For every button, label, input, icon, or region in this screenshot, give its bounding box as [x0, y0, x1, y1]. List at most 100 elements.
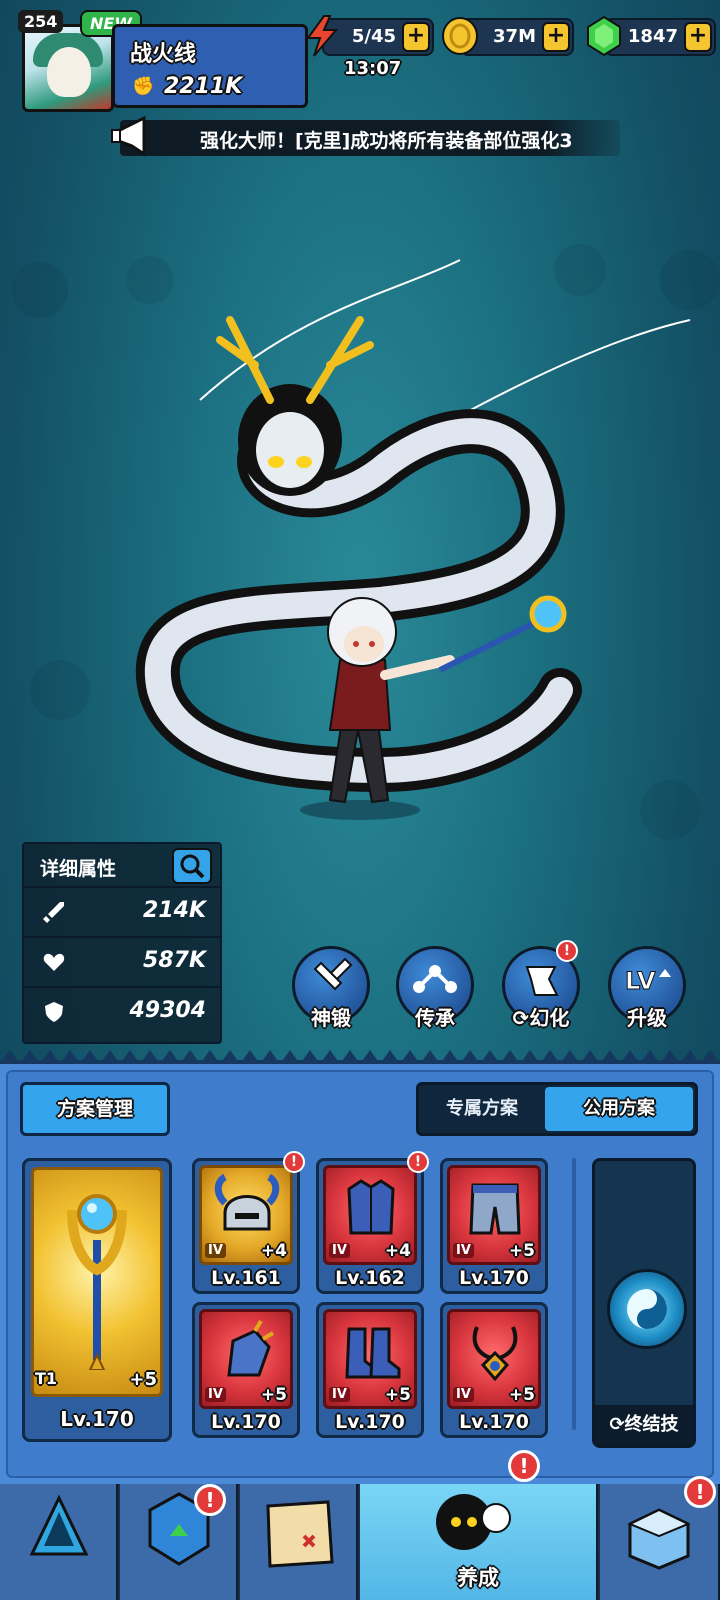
- gold-counter: 37M +: [442, 17, 574, 56]
- sword-icon: [43, 902, 64, 923]
- armor-slot[interactable]: IV +4 Lv.162 !: [316, 1151, 429, 1294]
- pants-level: Lv.170: [459, 1267, 529, 1289]
- scheme-toggle: 专属方案 公用方案: [416, 1082, 698, 1136]
- level-up-icon: LV: [625, 967, 671, 996]
- stat-defense-value: 49304: [129, 998, 206, 1023]
- transform-label-text: 幻化: [529, 1006, 570, 1030]
- gauntlet-rank: IV: [205, 1387, 226, 1402]
- ultimate-skill-slot[interactable]: ⟳终结技: [592, 1158, 696, 1448]
- armor-rank: IV: [329, 1243, 350, 1258]
- inherit-label: 传承: [415, 1006, 455, 1030]
- armor-enhance: +4: [384, 1241, 411, 1261]
- stat-hp-value: 587K: [143, 948, 206, 973]
- armor-icon: [347, 1179, 395, 1235]
- forge-label: 神锻: [311, 1006, 351, 1030]
- character-tab-icon: [436, 1494, 511, 1550]
- energy-timer: 13:07: [344, 58, 402, 79]
- tab-public-scheme[interactable]: 公用方案: [545, 1087, 693, 1131]
- add-gold-button[interactable]: +: [542, 22, 570, 52]
- tab-upgrade[interactable]: !: [120, 1484, 238, 1600]
- pants-rank: IV: [453, 1243, 474, 1258]
- stat-defense-row: 49304: [24, 988, 220, 1036]
- stats-title: 详细属性: [40, 858, 117, 880]
- avatar-face: [47, 47, 91, 97]
- character-alert: !: [508, 1450, 540, 1482]
- helmet-level: Lv.161: [211, 1267, 281, 1289]
- player-power: 2211K: [164, 74, 243, 99]
- green-gem-icon: [587, 15, 621, 57]
- player-name: 战火线: [130, 42, 197, 67]
- transform-button[interactable]: ! ⟳幻化: [498, 940, 584, 1032]
- stats-search-button[interactable]: [172, 848, 212, 884]
- pants-slot[interactable]: IV +5 Lv.170: [440, 1158, 548, 1294]
- tab-map[interactable]: [240, 1484, 358, 1600]
- scheme-manage-button[interactable]: 方案管理: [20, 1082, 170, 1136]
- transform-alert-dot: !: [556, 940, 578, 962]
- helmet-alert: !: [283, 1151, 305, 1173]
- boots-enhance: +5: [384, 1385, 411, 1405]
- stat-attack-row: 214K: [24, 888, 220, 936]
- necklace-slot[interactable]: IV +5 Lv.170: [440, 1302, 548, 1438]
- gauntlet-slot[interactable]: IV +5 Lv.170: [192, 1302, 300, 1438]
- hammer-icon: [313, 957, 353, 991]
- bottom-tab-bar: ! 养成 ! !: [0, 1450, 720, 1600]
- weapon-slot[interactable]: T1 +5 Lv.170: [22, 1158, 172, 1442]
- gem-counter: 1847 +: [587, 15, 716, 57]
- gauntlet-enhance: +5: [260, 1385, 287, 1405]
- add-gems-button[interactable]: +: [684, 22, 712, 52]
- swap-icon: ⟳: [609, 1414, 625, 1435]
- helmet-rank: IV: [205, 1243, 226, 1258]
- tab-character[interactable]: 养成 !: [360, 1450, 598, 1600]
- refresh-icon: ⟳: [512, 1006, 530, 1030]
- pants-enhance: +5: [508, 1241, 535, 1261]
- helmet-enhance: +4: [260, 1241, 287, 1261]
- lightning-icon: [306, 15, 339, 57]
- map-tab-icon: [266, 1500, 334, 1568]
- stats-header: 详细属性: [24, 844, 220, 888]
- weapon-enhance: +5: [129, 1369, 157, 1390]
- inherit-button[interactable]: 传承: [392, 946, 478, 1032]
- weapon-level: Lv.170: [60, 1407, 134, 1431]
- yin-yang-glyph: [627, 1289, 667, 1329]
- power-fist-icon: ✊: [132, 76, 155, 97]
- boots-level: Lv.170: [335, 1411, 405, 1433]
- scheme-manage-label: 方案管理: [56, 1098, 133, 1120]
- ultimate-label-text: 终结技: [624, 1414, 679, 1435]
- upgrade-alert: !: [194, 1484, 226, 1516]
- ultimate-label: ⟳终结技: [595, 1405, 693, 1445]
- announcement-text: 强化大师！[克里]成功将所有装备部位强化3: [200, 130, 573, 152]
- crystal-tab-icon: [29, 1494, 89, 1556]
- transform-label: ⟳幻化: [498, 1002, 584, 1031]
- player-profile[interactable]: 254 NEW 战火线 ✊ 2211K: [18, 10, 308, 112]
- equipment-divider: [572, 1158, 576, 1430]
- boots-slot[interactable]: IV +5 Lv.170: [316, 1302, 424, 1438]
- energy-value: 5/45: [351, 26, 396, 47]
- tab-character-label: 养成: [457, 1566, 499, 1590]
- search-icon: [180, 854, 205, 879]
- necklace-enhance: +5: [508, 1385, 535, 1405]
- level-up-label: 升级: [627, 1006, 667, 1030]
- boots-rank: IV: [329, 1387, 350, 1402]
- gold-value: 37M: [493, 26, 536, 47]
- svg-text:LV: LV: [625, 967, 656, 995]
- megaphone-icon: [111, 115, 146, 157]
- player-avatar[interactable]: [22, 24, 114, 112]
- link-icon: [413, 965, 457, 993]
- add-energy-button[interactable]: +: [402, 22, 430, 52]
- tab-shop[interactable]: !: [600, 1476, 720, 1600]
- announcement-ticker: 强化大师！[克里]成功将所有装备部位强化3: [120, 120, 620, 156]
- tab-crystal[interactable]: [0, 1484, 118, 1600]
- helmet-icon: [214, 1173, 280, 1231]
- shop-alert: !: [684, 1476, 716, 1508]
- armor-alert: !: [407, 1151, 429, 1173]
- stats-panel: 详细属性 214K 587K 49304: [22, 842, 222, 1044]
- forge-button[interactable]: 神锻: [288, 946, 374, 1032]
- weapon-card: [31, 1167, 163, 1397]
- level-up-button[interactable]: LV 升级: [604, 946, 690, 1032]
- helmet-slot[interactable]: IV +4 Lv.161 !: [192, 1151, 305, 1294]
- gauntlet-icon: [227, 1319, 275, 1377]
- tab-exclusive-scheme[interactable]: 专属方案: [419, 1085, 545, 1133]
- player-level-badge: 254: [18, 10, 64, 33]
- boots-icon: [345, 1327, 401, 1379]
- stat-hp-row: 587K: [24, 938, 220, 986]
